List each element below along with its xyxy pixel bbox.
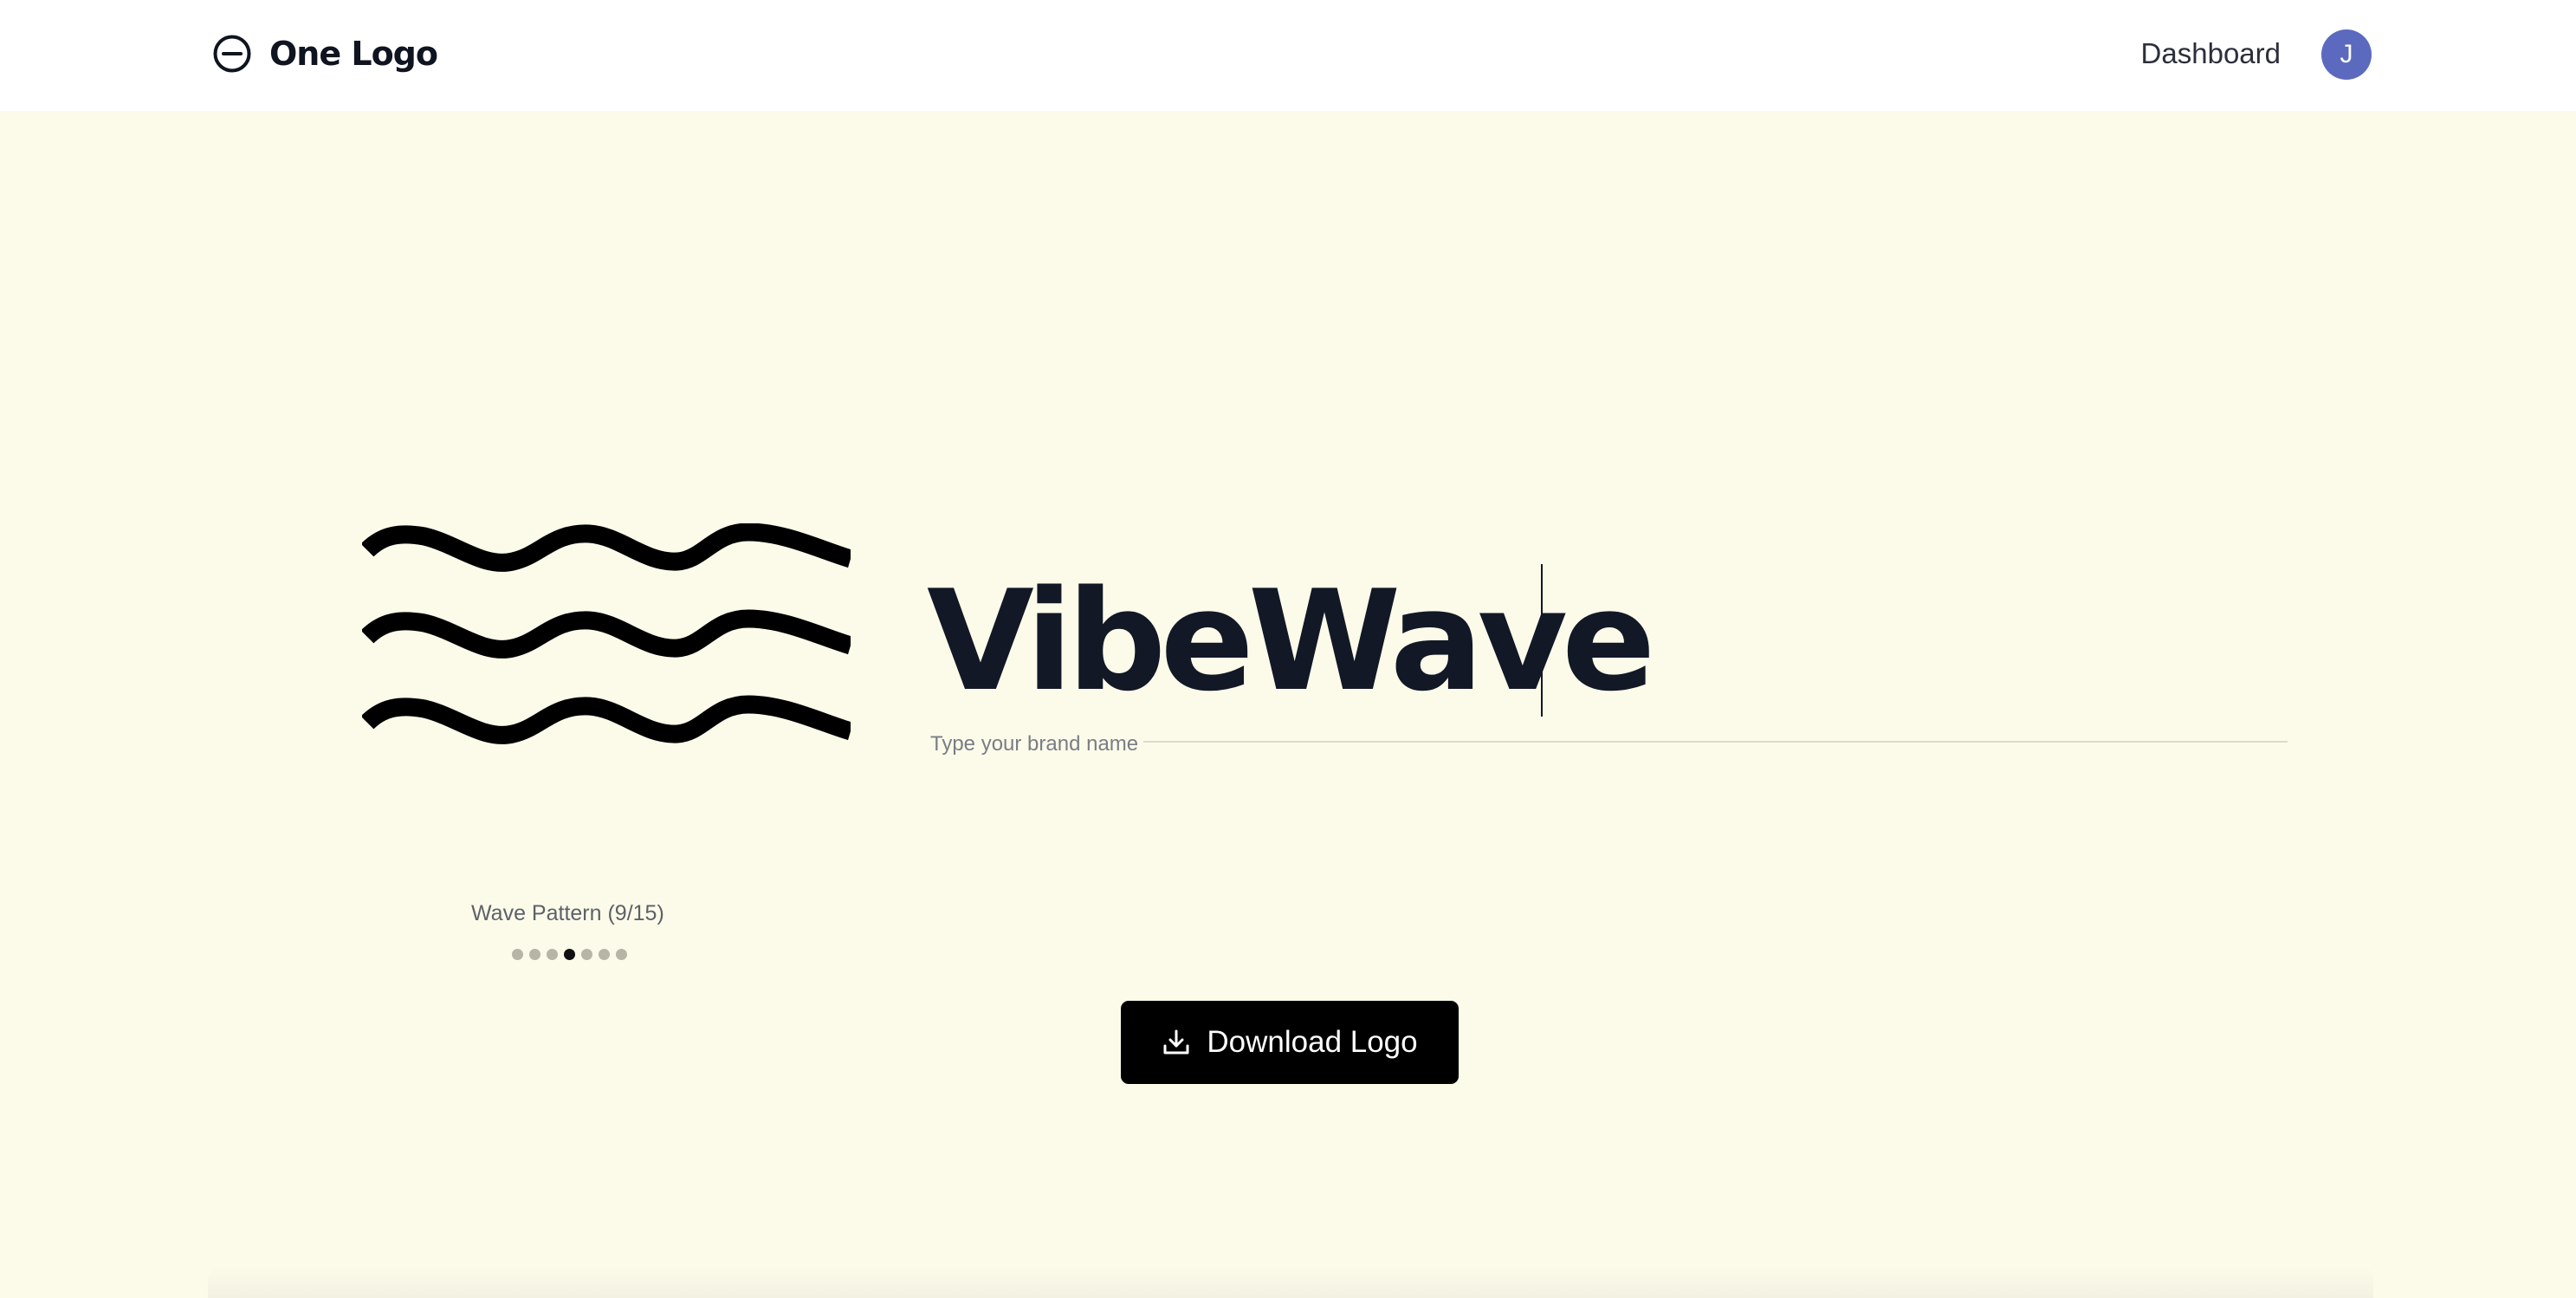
top-header: One Logo Dashboard J [0,0,2576,111]
text-cursor [1541,564,1543,717]
download-logo-label: Download Logo [1207,1025,1418,1059]
pattern-dot-1[interactable] [512,949,523,960]
dashboard-link[interactable]: Dashboard [2141,35,2281,73]
pattern-dot-5[interactable] [581,949,592,960]
pattern-pagination [512,949,627,960]
pattern-dot-3[interactable] [547,949,558,960]
circle-minus-icon [212,34,252,74]
user-avatar[interactable]: J [2321,29,2372,80]
pattern-caption: Wave Pattern (9/15) [471,901,664,925]
wave-pattern-icon[interactable] [362,523,851,757]
pattern-dot-2[interactable] [529,949,540,960]
app-name: One Logo [269,35,438,73]
avatar-initial: J [2340,40,2353,68]
app-logo[interactable]: One Logo [212,31,438,76]
pattern-dot-7[interactable] [616,949,627,960]
pattern-dot-6[interactable] [599,949,610,960]
bottom-panel-edge [208,1265,2373,1298]
brand-name-placeholder: Type your brand name [930,732,1144,756]
download-logo-button[interactable]: Download Logo [1121,1001,1459,1084]
download-icon [1162,1028,1191,1057]
pattern-dot-4[interactable] [564,949,575,960]
